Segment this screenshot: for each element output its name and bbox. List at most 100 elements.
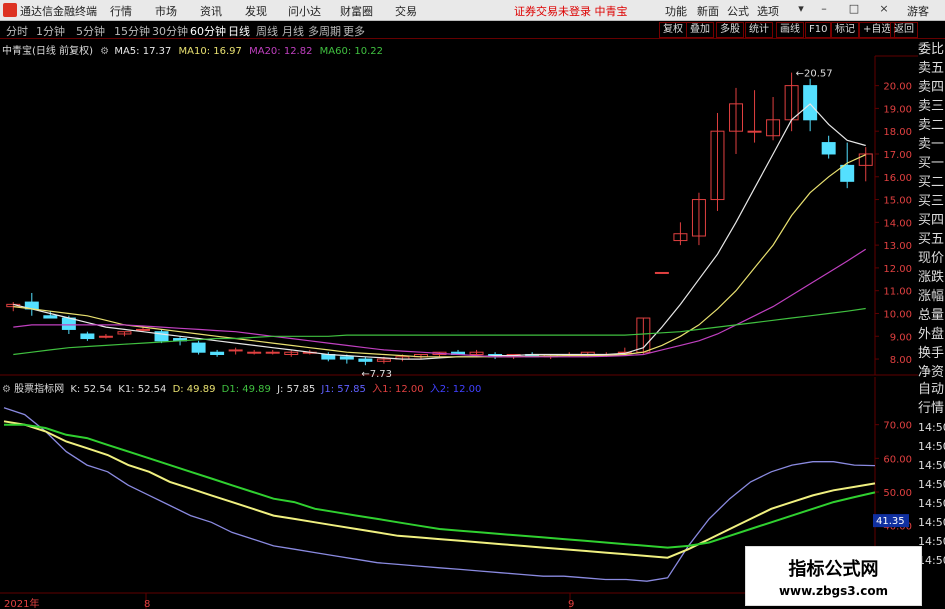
ma20-value: MA20: 12.82: [249, 46, 313, 57]
settings-gear-icon[interactable]: ⚙: [100, 46, 109, 57]
f10-button[interactable]: F10: [805, 22, 832, 38]
tick-time: 14:50: [918, 497, 945, 510]
kdj-y-tick-label: 70.00: [883, 421, 912, 432]
candle-body: [821, 142, 836, 155]
buy2-value: 入2: 12.00: [429, 384, 482, 395]
period-multi[interactable]: 多周期: [308, 23, 341, 39]
tdx-terminal-window: 通达信金融终端 行情 市场 资讯 发现 问小达 财富圈 交易 证券交易未登录 中…: [0, 0, 945, 609]
side-label: 总量: [918, 308, 945, 323]
min-price-label: ←7.73: [361, 369, 392, 377]
period-30min[interactable]: 30分钟: [152, 23, 188, 39]
restore-rights-button[interactable]: 复权: [659, 22, 687, 38]
tick-time: 14:50: [918, 516, 945, 529]
menu-function[interactable]: 功能: [665, 3, 687, 19]
tick-time: 14:50: [918, 459, 945, 472]
side-label: 买一: [918, 156, 945, 171]
ma-line-ma20: [13, 248, 867, 358]
restore-icon[interactable]: □: [848, 2, 860, 16]
statistics-button[interactable]: 统计: [745, 22, 773, 38]
indicator-gear-icon[interactable]: ⚙: [2, 384, 11, 395]
kdj-y-tick-label: 50.00: [883, 488, 912, 499]
side-label: 卖一: [918, 137, 945, 152]
tick-time: 14:50: [918, 421, 945, 434]
menu-layout[interactable]: 新面: [697, 3, 719, 19]
indicator-title: 股票指标网: [14, 384, 65, 395]
period-daily[interactable]: 日线: [228, 23, 250, 39]
y-tick-label: 16.00: [883, 173, 912, 184]
period-weekly[interactable]: 周线: [256, 23, 278, 39]
candlestick-chart[interactable]: 8.00 9.00 10.00 11.00 12.00 13.00 14.00 15.00 16…: [0, 38, 945, 377]
kdj-line-k: [3, 420, 876, 559]
auto-button[interactable]: 自动: [918, 380, 945, 399]
login-status: 证券交易未登录: [514, 5, 591, 18]
tick-side-panel: 自动 行情 14:50 14:50 14:50 14:50 14:50 14:5…: [918, 380, 945, 570]
side-label: 卖二: [918, 118, 945, 133]
period-5min[interactable]: 5分钟: [76, 23, 105, 39]
kdj-current-label: 41.35: [876, 516, 905, 527]
y-tick-label: 14.00: [883, 218, 912, 229]
menu-ask[interactable]: 问小达: [288, 3, 321, 19]
mark-button[interactable]: 标记: [831, 22, 859, 38]
y-tick-label: 19.00: [883, 104, 912, 115]
candle-body: [191, 342, 206, 353]
tick-time: 14:50: [918, 440, 945, 453]
candle-body: [840, 164, 855, 182]
menu-wealth[interactable]: 财富圈: [340, 3, 373, 19]
tick-time: 14:50: [918, 535, 945, 548]
menu-discover[interactable]: 发现: [245, 3, 267, 19]
menu-quotes[interactable]: 行情: [110, 3, 132, 19]
minimize-icon[interactable]: –: [818, 2, 830, 16]
draw-line-button[interactable]: 画线: [776, 22, 804, 38]
period-toolbar: 分时 1分钟 5分钟 15分钟 30分钟 60分钟 日线 周线 月线 多周期 更…: [0, 21, 945, 39]
close-icon[interactable]: ×: [878, 2, 890, 16]
guest-user[interactable]: 游客: [907, 3, 929, 19]
app-title: 通达信金融终端: [20, 5, 97, 18]
candle-body: [98, 335, 113, 338]
side-label: 买四: [918, 213, 945, 228]
y-tick-label: 10.00: [883, 309, 912, 320]
main-chart-info: 中青宝(日线 前复权) ⚙ MA5: 17.37 MA10: 16.97 MA2…: [2, 42, 383, 57]
kdj-y-tick-label: 60.00: [883, 454, 912, 465]
y-tick-label: 13.00: [883, 241, 912, 252]
candle-body: [210, 351, 225, 355]
back-button[interactable]: 返回: [890, 22, 918, 38]
menu-formula[interactable]: 公式: [727, 3, 749, 19]
side-label: 买二: [918, 175, 945, 190]
x-axis-month: 9: [568, 599, 574, 609]
side-label: 买三: [918, 194, 945, 209]
y-tick-label: 17.00: [883, 150, 912, 161]
period-intraday[interactable]: 分时: [6, 23, 28, 39]
side-label: 委比: [918, 42, 945, 57]
period-60min[interactable]: 60分钟: [190, 23, 226, 39]
buy1-value: 入1: 12.00: [372, 384, 424, 395]
ma-line-ma5: [13, 103, 866, 360]
kdj-info: ⚙ 股票指标网 K: 52.54 K1: 52.54 D: 49.89 D1: …: [2, 380, 481, 395]
candle-body: [358, 358, 373, 362]
y-tick-label: 18.00: [883, 127, 912, 138]
period-1min[interactable]: 1分钟: [36, 23, 65, 39]
overlay-button[interactable]: 叠加: [686, 22, 714, 38]
side-label: 卖三: [918, 99, 945, 114]
side-label: 卖四: [918, 80, 945, 95]
period-more[interactable]: 更多: [343, 23, 365, 39]
period-monthly[interactable]: 月线: [282, 23, 304, 39]
stock-name-title: 中青宝: [594, 5, 628, 18]
side-label: 现价: [918, 251, 945, 266]
menu-news[interactable]: 资讯: [200, 3, 222, 19]
quote-button[interactable]: 行情: [918, 399, 945, 418]
ma60-value: MA60: 10.22: [319, 46, 384, 57]
multi-stock-button[interactable]: 多股: [716, 22, 744, 38]
ma10-value: MA10: 16.97: [178, 46, 242, 57]
candle-body: [265, 351, 280, 354]
x-axis-year: 2021年: [4, 597, 39, 609]
period-15min[interactable]: 15分钟: [114, 23, 150, 39]
menu-options[interactable]: 选项: [757, 3, 779, 19]
menu-dropdown-icon[interactable]: ▾: [795, 2, 807, 16]
candle-body: [747, 130, 762, 133]
j-value: J: 57.85: [277, 384, 316, 395]
login-notice[interactable]: 证券交易未登录 中青宝: [514, 3, 628, 19]
menu-trade[interactable]: 交易: [395, 3, 417, 19]
y-tick-label: 15.00: [883, 196, 912, 207]
k-value: K: 52.54: [70, 384, 113, 395]
menu-market[interactable]: 市场: [155, 3, 177, 19]
